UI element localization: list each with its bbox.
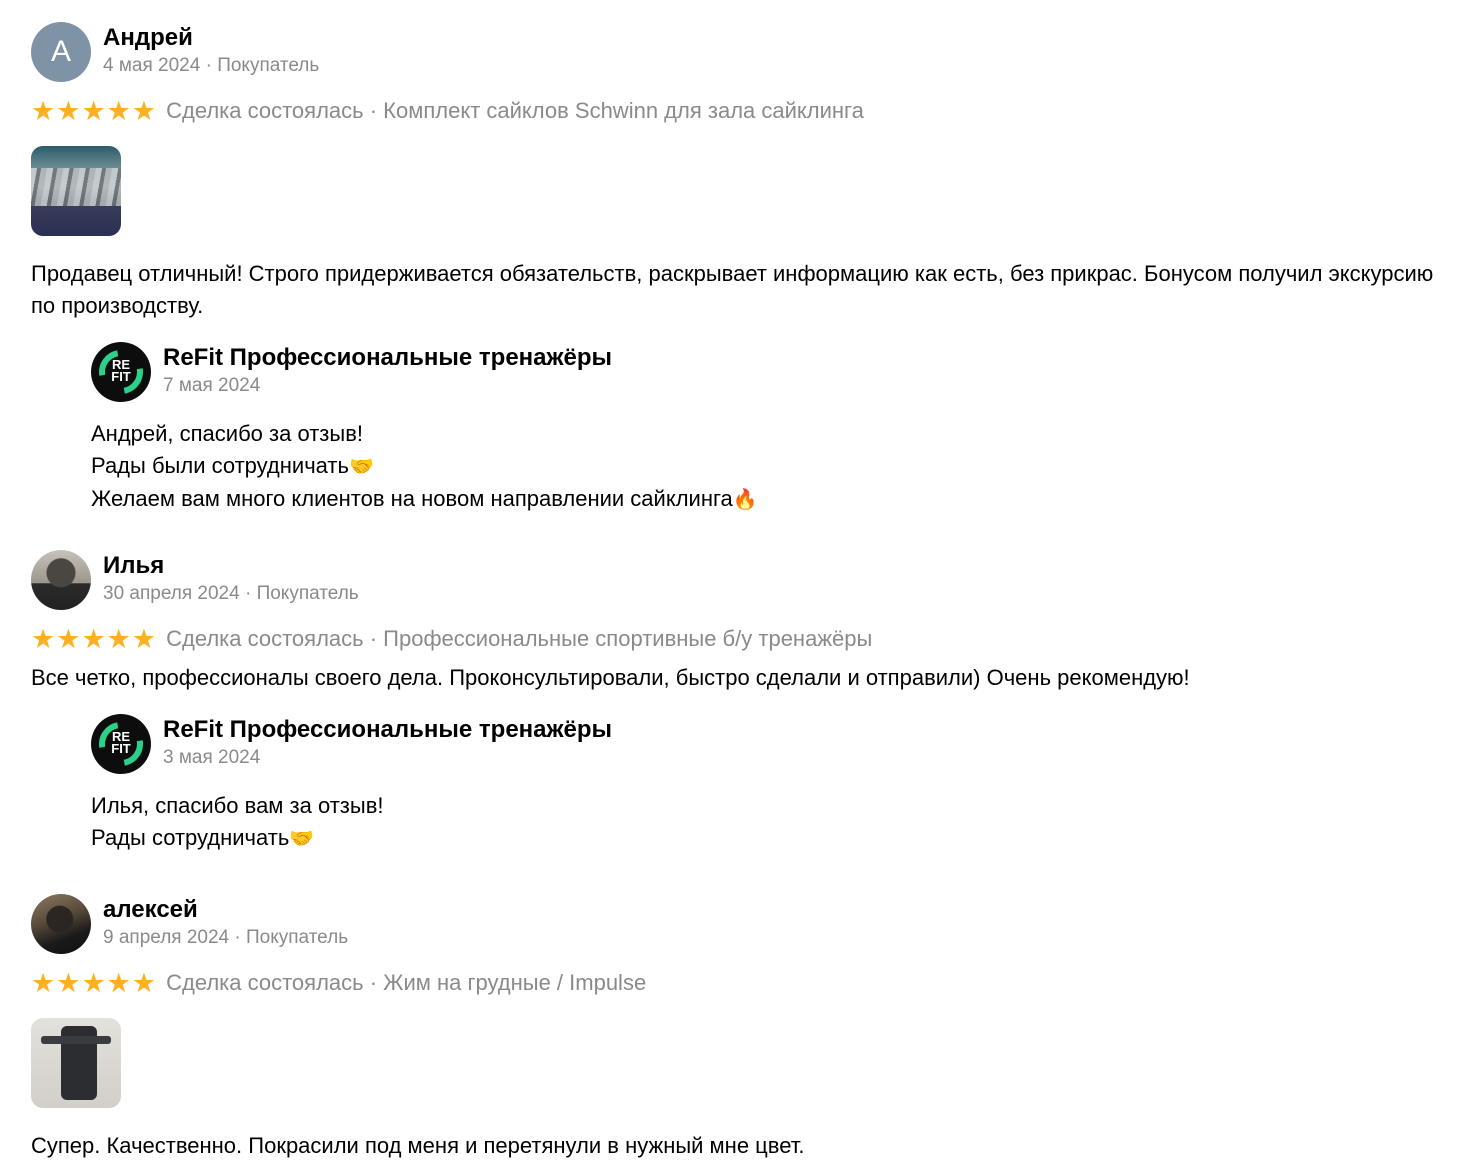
- seller-logo-icon[interactable]: RE FIT: [91, 714, 151, 774]
- reply-text: Андрей, спасибо за отзыв! Рады были сотр…: [91, 418, 1451, 516]
- star-icon: ★: [81, 95, 106, 126]
- star-icon: ★: [56, 967, 81, 998]
- reply-line: Андрей, спасибо за отзыв!: [91, 421, 363, 446]
- star-icon: ★: [106, 623, 131, 654]
- star-icon: ★: [131, 967, 157, 998]
- review-header: А Андрей 4 мая 2024 · Покупатель: [31, 22, 1451, 84]
- review-header: алексей 9 апреля 2024 · Покупатель: [31, 894, 1451, 956]
- deal-info[interactable]: Сделка состоялась · Жим на грудные / Imp…: [166, 970, 646, 996]
- star-icon: ★: [81, 967, 106, 998]
- avatar[interactable]: [31, 894, 91, 954]
- star-icon: ★: [31, 967, 56, 998]
- reply-date: 3 мая 2024: [163, 747, 261, 768]
- seller-logo-icon[interactable]: RE FIT: [91, 342, 151, 402]
- star-rating: ★ ★ ★ ★ ★: [31, 95, 157, 126]
- logo-text: FIT: [111, 741, 131, 756]
- reply-header: RE FIT ReFit Профессиональные тренажёры 3…: [91, 714, 1451, 776]
- reply-line: Илья, спасибо вам за отзыв!: [91, 793, 384, 818]
- star-icon: ★: [131, 623, 157, 654]
- handshake-icon: 🤝: [348, 456, 374, 478]
- review-card: алексей 9 апреля 2024 · Покупатель ★ ★ ★…: [31, 894, 1451, 1162]
- deal-info[interactable]: Сделка состоялась · Комплект сайклов Sch…: [166, 98, 864, 124]
- star-icon: ★: [31, 95, 56, 126]
- review-meta: 9 апреля 2024 · Покупатель: [103, 927, 349, 948]
- review-meta: 30 апреля 2024 · Покупатель: [103, 583, 359, 604]
- review-photo[interactable]: [31, 1018, 121, 1108]
- seller-name[interactable]: ReFit Профессиональные тренажёры: [163, 344, 612, 372]
- avatar[interactable]: А: [31, 22, 91, 82]
- star-icon: ★: [106, 95, 131, 126]
- seller-reply: RE FIT ReFit Профессиональные тренажёры 3…: [91, 714, 1451, 855]
- star-rating: ★ ★ ★ ★ ★: [31, 967, 157, 998]
- reviewer-name[interactable]: Андрей: [103, 24, 193, 52]
- rating-row: ★ ★ ★ ★ ★ Сделка состоялась · Профессион…: [31, 624, 1451, 654]
- reviewer-name[interactable]: Илья: [103, 552, 164, 580]
- reply-text: Илья, спасибо вам за отзыв! Рады сотрудн…: [91, 790, 1451, 855]
- review-header: Илья 30 апреля 2024 · Покупатель: [31, 550, 1451, 612]
- handshake-icon: 🤝: [289, 828, 315, 850]
- seller-name[interactable]: ReFit Профессиональные тренажёры: [163, 716, 612, 744]
- review-meta: 4 мая 2024 · Покупатель: [103, 55, 320, 76]
- seller-reply: RE FIT ReFit Профессиональные тренажёры 7…: [91, 342, 1451, 516]
- logo-text: FIT: [111, 369, 131, 384]
- rating-row: ★ ★ ★ ★ ★ Сделка состоялась · Комплект с…: [31, 96, 1451, 126]
- review-text: Продавец отличный! Строго придерживается…: [31, 261, 1434, 318]
- review-text: Супер. Качественно. Покрасили под меня и…: [31, 1133, 805, 1158]
- star-icon: ★: [56, 95, 81, 126]
- review-text: Все четко, профессионалы своего дела. Пр…: [31, 665, 1190, 690]
- reply-header: RE FIT ReFit Профессиональные тренажёры 7…: [91, 342, 1451, 404]
- avatar[interactable]: [31, 550, 91, 610]
- reply-line: Рады были сотрудничать: [91, 453, 349, 478]
- deal-info[interactable]: Сделка состоялась · Профессиональные спо…: [166, 626, 872, 652]
- review-card: Илья 30 апреля 2024 · Покупатель ★ ★ ★ ★…: [31, 550, 1451, 855]
- star-icon: ★: [131, 95, 157, 126]
- reply-line: Рады сотрудничать: [91, 825, 290, 850]
- star-icon: ★: [31, 623, 56, 654]
- reviewer-name[interactable]: алексей: [103, 896, 198, 924]
- review-photo[interactable]: [31, 146, 121, 236]
- star-icon: ★: [106, 967, 131, 998]
- star-icon: ★: [81, 623, 106, 654]
- reply-line: Желаем вам много клиентов на новом напра…: [91, 486, 733, 511]
- reply-date: 7 мая 2024: [163, 375, 261, 396]
- rating-row: ★ ★ ★ ★ ★ Сделка состоялась · Жим на гру…: [31, 968, 1451, 998]
- review-card: А Андрей 4 мая 2024 · Покупатель ★ ★ ★ ★…: [31, 22, 1451, 516]
- fire-icon: 🔥: [732, 489, 758, 511]
- star-rating: ★ ★ ★ ★ ★: [31, 623, 157, 654]
- star-icon: ★: [56, 623, 81, 654]
